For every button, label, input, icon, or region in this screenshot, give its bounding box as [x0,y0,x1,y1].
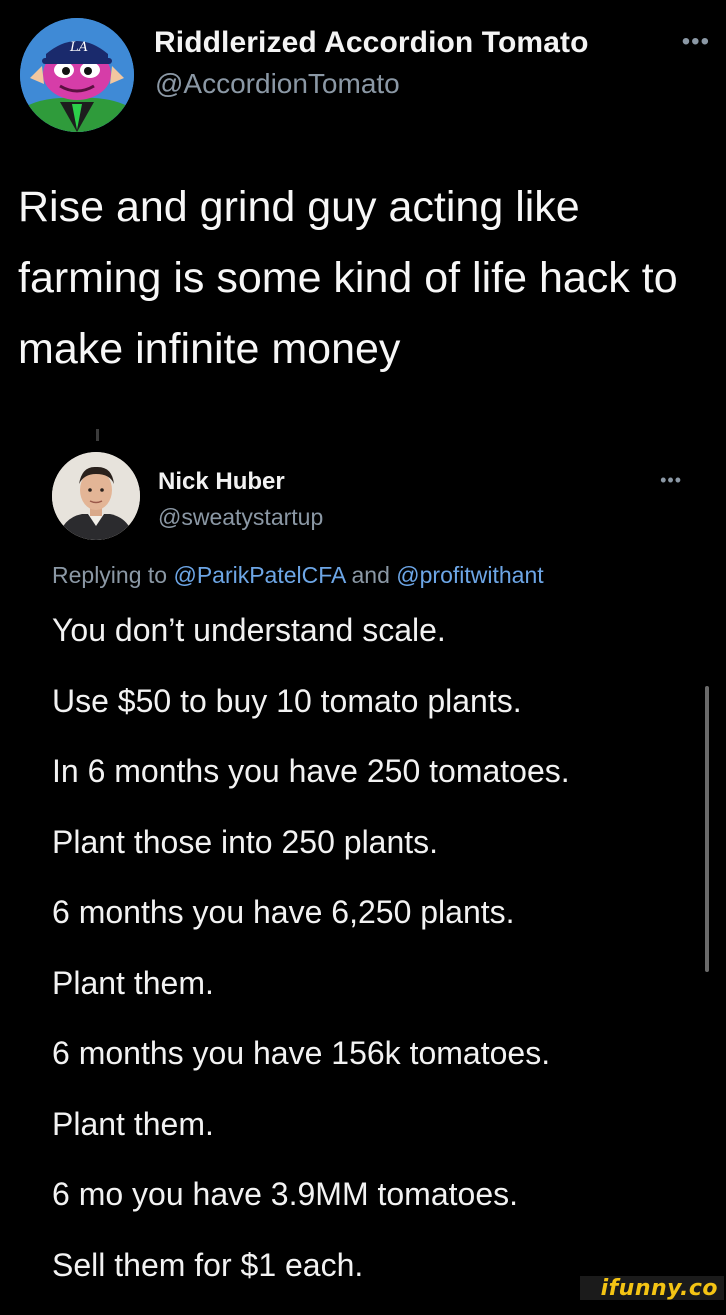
main-author-name[interactable]: Riddlerized Accordion Tomato [154,26,589,60]
main-author-avatar[interactable]: LA [20,18,134,132]
quoted-text-line: Plant those into 250 plants. [52,822,692,893]
replying-prefix: Replying to [52,562,167,588]
watermark-text: ifunny.co [601,1276,718,1301]
quoted-tweet: Nick Huber @sweatystartup ••• Replying t… [52,450,692,1290]
quoted-tweet-text: You don’t understand scale. Use $50 to b… [52,610,692,1315]
quoted-text-line: 6 mo you have 3.9MM tomatoes. [52,1174,692,1245]
replying-and: and [352,562,390,588]
main-tweet-header: LA Riddlerized Accordion Tomato @Accordi… [20,12,710,122]
cartoon-frog-avatar-icon: LA [20,18,134,132]
quoted-text-line: In 6 months you have 250 tomatoes. [52,751,692,822]
main-author-handle[interactable]: @AccordionTomato [155,68,400,100]
main-tweet-text: Rise and grind guy acting like farming i… [18,172,718,385]
quoted-text-line: Plant them. [52,1104,692,1175]
svg-text:LA: LA [69,40,88,55]
quoted-author-handle[interactable]: @sweatystartup [158,504,323,531]
quoted-text-line: 6 months you have 6,250 plants. [52,892,692,963]
ifunny-watermark: ifunny.co [580,1276,724,1300]
more-horizontal-icon[interactable]: ••• [682,28,710,56]
quoted-text-line: Use $50 to buy 10 tomato plants. [52,681,692,752]
quoted-text-line: 6 months you have 156k tomatoes. [52,1033,692,1104]
quoted-text-line: Plant them. [52,963,692,1034]
person-photo-avatar-icon [52,452,140,540]
quoted-more-horizontal-icon[interactable]: ••• [660,470,682,491]
scrollbar-thumb[interactable] [705,686,709,972]
replying-to-line: Replying to @ParikPatelCFA and @profitwi… [52,562,544,589]
quoted-author-avatar[interactable] [52,452,140,540]
quoted-author-name[interactable]: Nick Huber [158,468,285,496]
mention-link-1[interactable]: @ParikPatelCFA [173,562,345,588]
quoted-text-line: You don’t understand scale. [52,610,692,681]
thread-divider [96,429,99,441]
mention-link-2[interactable]: @profitwithant [396,562,543,588]
